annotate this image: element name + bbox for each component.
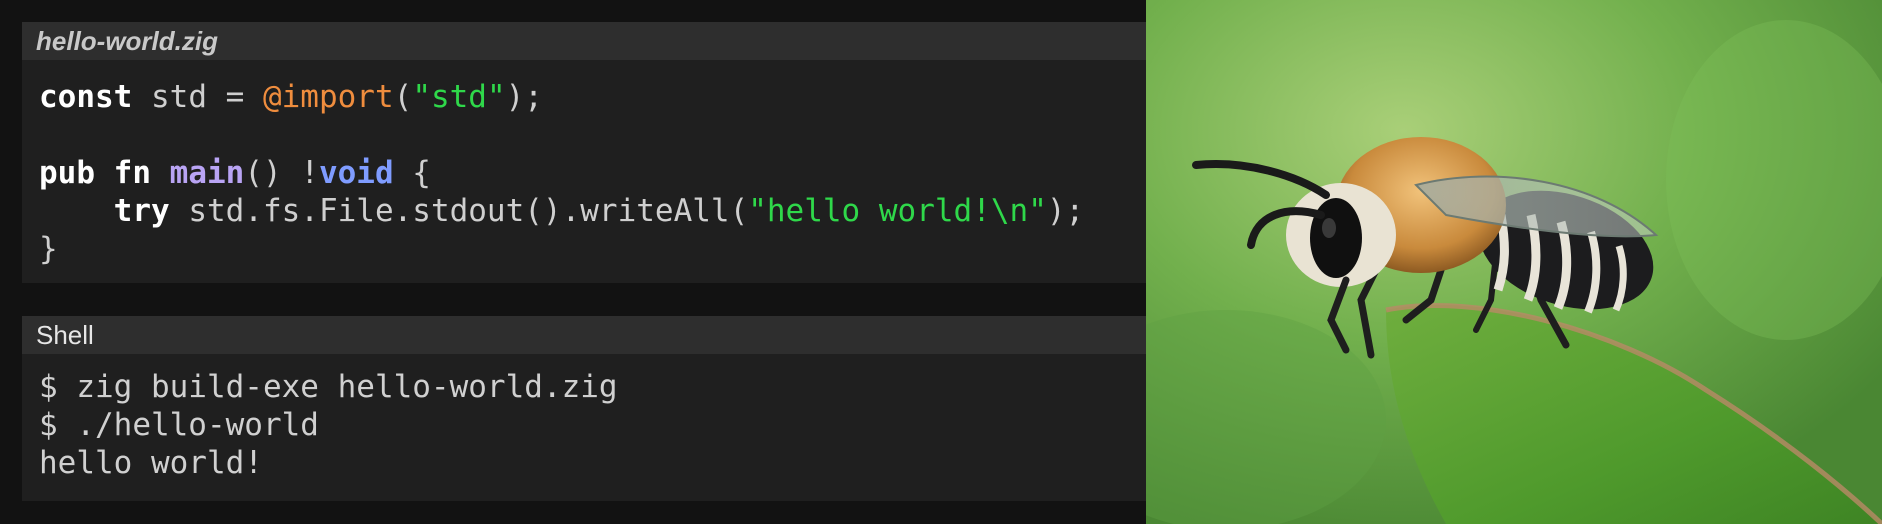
shell-line: $ ./hello-world	[39, 407, 319, 443]
code-token: const	[39, 79, 133, 115]
code-panel: hello-world.zig const std = @import("std…	[22, 22, 1146, 283]
bee-on-leaf-photo	[1146, 0, 1882, 524]
code-panel-filename: hello-world.zig	[22, 22, 1146, 60]
shell-panel: Shell $ zig build-exe hello-world.zig $ …	[22, 316, 1146, 501]
code-token: (	[393, 79, 413, 115]
shell-line: hello world!	[39, 445, 263, 481]
code-token: "hello world!\n"	[748, 193, 1047, 229]
code-token: void	[318, 155, 394, 191]
shell-line: $ zig build-exe hello-world.zig	[39, 369, 618, 405]
code-token: try	[113, 193, 170, 229]
code-token: }	[39, 231, 58, 267]
code-token: "std"	[412, 79, 506, 115]
code-token: () !	[244, 155, 319, 191]
shell-panel-title: Shell	[22, 316, 1146, 354]
code-token: std =	[132, 79, 263, 115]
bee-illustration	[1146, 0, 1882, 524]
code-block: const std = @import("std"); pub fn main(…	[22, 60, 1146, 268]
code-token: pub	[39, 155, 95, 191]
code-token: std.fs.File.stdout().writeAll(	[169, 193, 749, 229]
code-token: fn	[113, 155, 151, 191]
code-token: @import	[262, 79, 394, 115]
shell-output: $ zig build-exe hello-world.zig $ ./hell…	[22, 354, 1146, 482]
code-token: );	[1046, 193, 1085, 229]
code-token: main	[169, 155, 245, 191]
code-token: {	[393, 155, 431, 191]
code-token: );	[505, 79, 543, 115]
